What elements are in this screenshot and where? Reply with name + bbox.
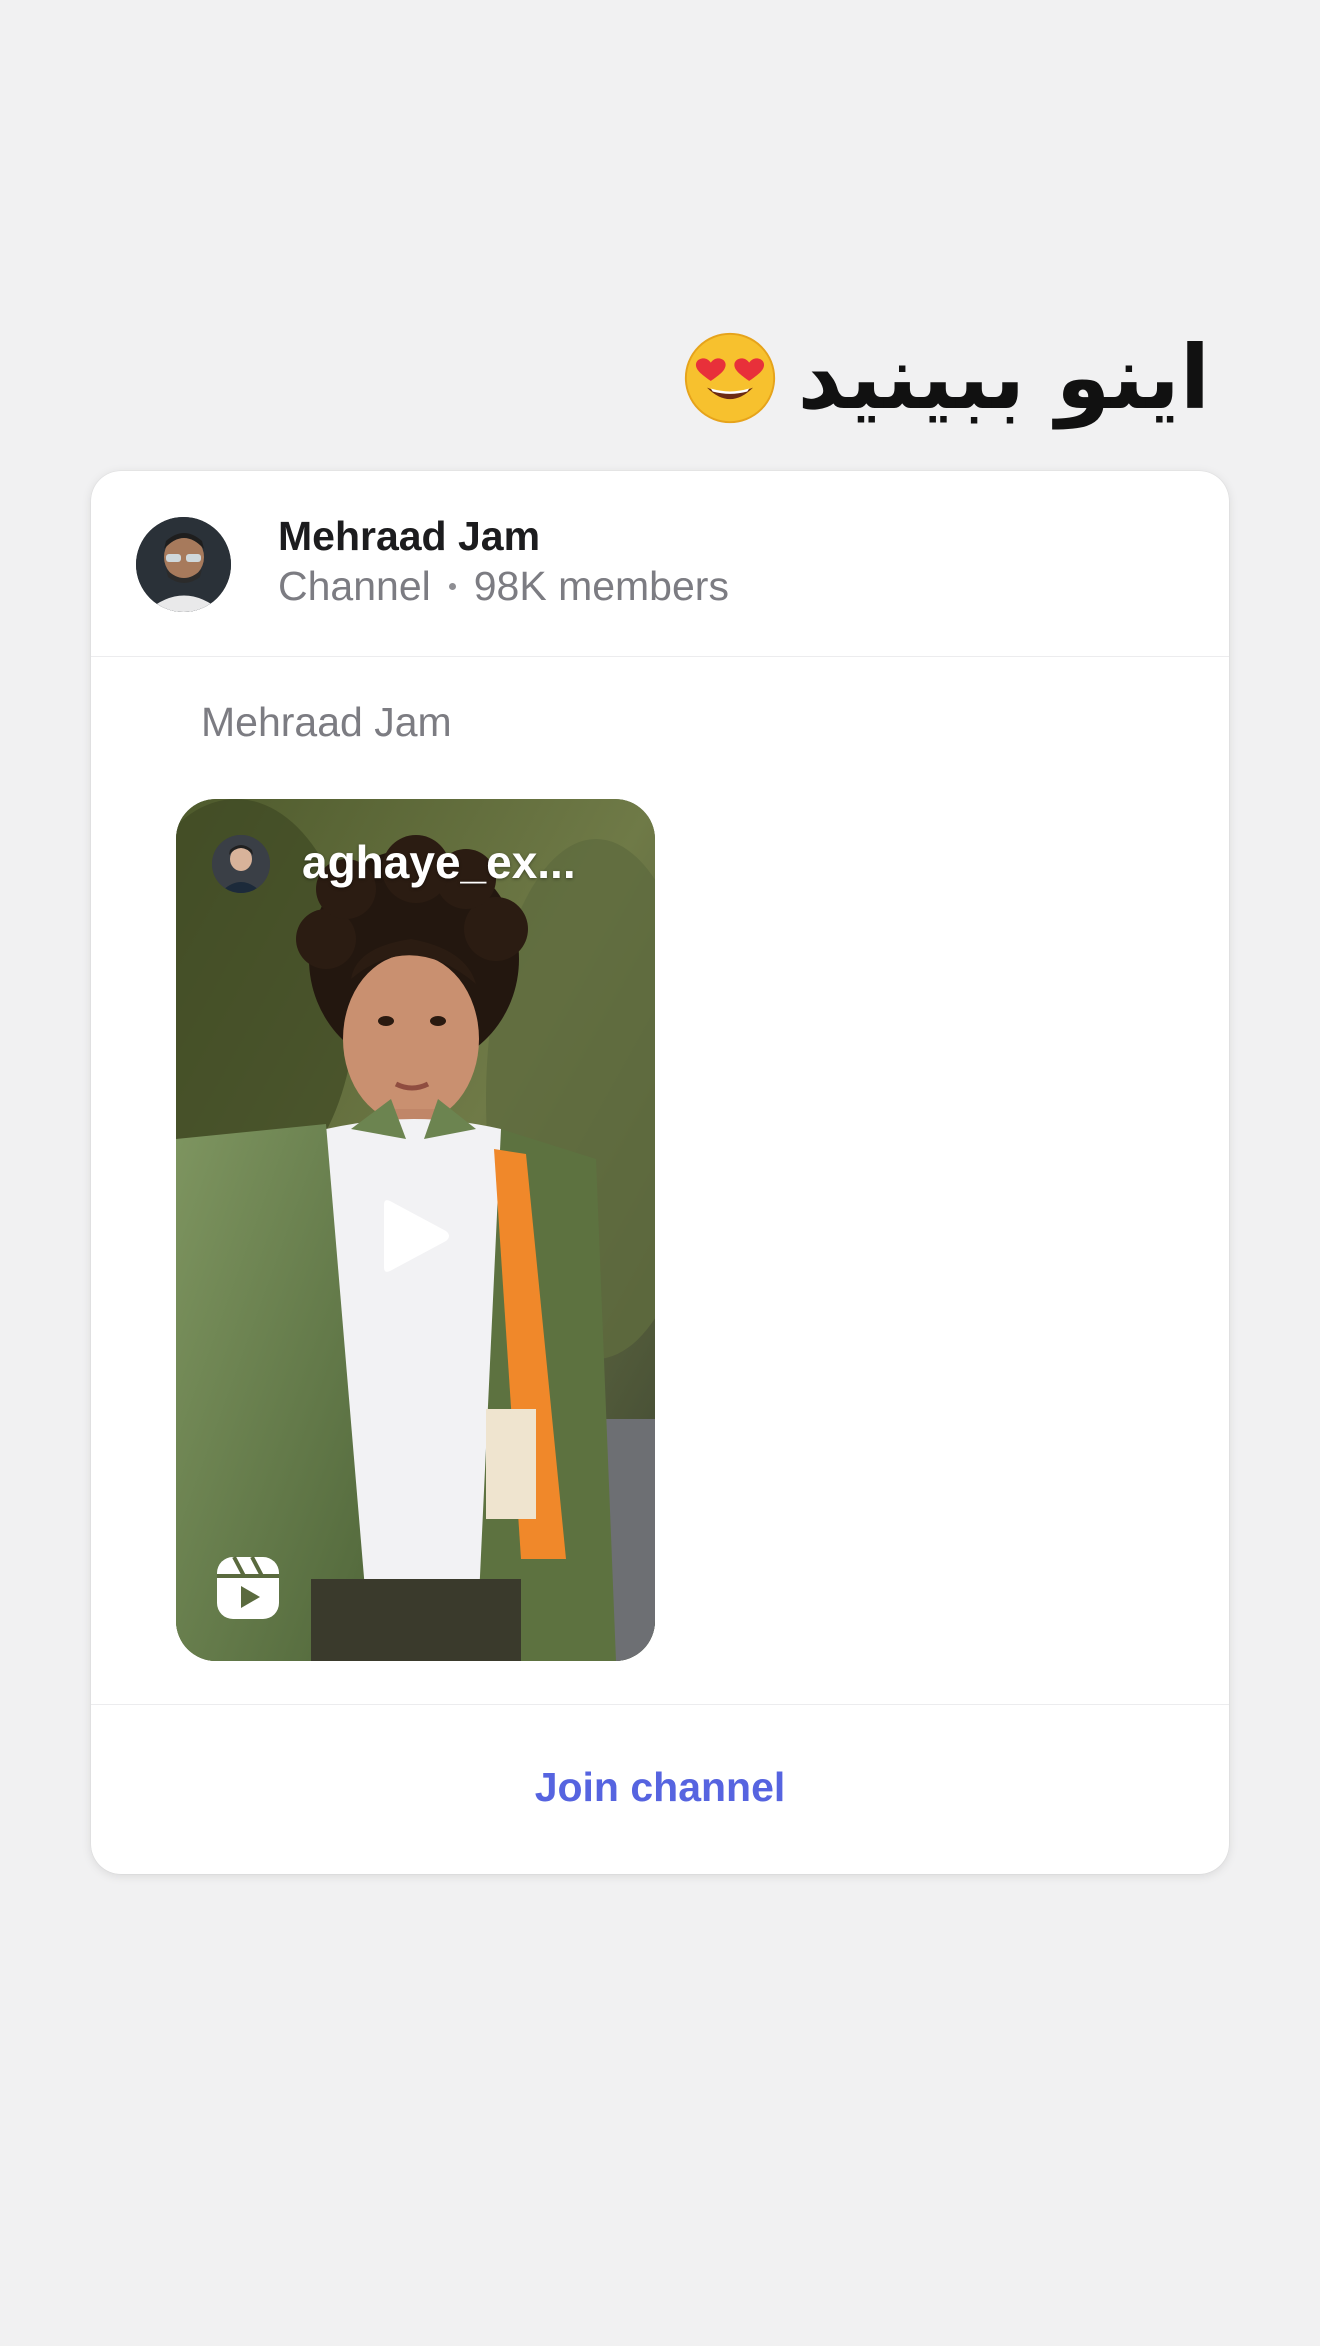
channel-type-label: Channel	[278, 563, 431, 609]
message-caption: اینو ببینید	[682, 318, 1211, 438]
card-footer: Join channel	[91, 1704, 1229, 1874]
post-author: Mehraad Jam	[201, 699, 452, 745]
heart-eyes-emoji-icon	[684, 332, 775, 424]
channel-avatar[interactable]	[136, 517, 231, 612]
member-count: 98K members	[473, 563, 729, 609]
reel-author-avatar	[212, 835, 270, 893]
channel-card[interactable]: Mehraad Jam Channel 98K members Mehraad …	[91, 471, 1229, 1874]
join-channel-button[interactable]: Join channel	[495, 1744, 826, 1831]
channel-name: Mehraad Jam	[278, 513, 541, 559]
caption-text: اینو ببینید	[797, 326, 1211, 429]
channel-meta: Channel 98K members	[278, 563, 729, 610]
channel-header[interactable]: Mehraad Jam Channel 98K members	[91, 471, 1229, 657]
separator-dot	[448, 583, 456, 590]
reel-preview[interactable]: aghaye_ex...	[176, 799, 655, 1661]
reel-username: aghaye_ex...	[302, 836, 576, 888]
play-icon[interactable]	[376, 1193, 456, 1279]
instagram-reels-icon	[217, 1556, 279, 1619]
